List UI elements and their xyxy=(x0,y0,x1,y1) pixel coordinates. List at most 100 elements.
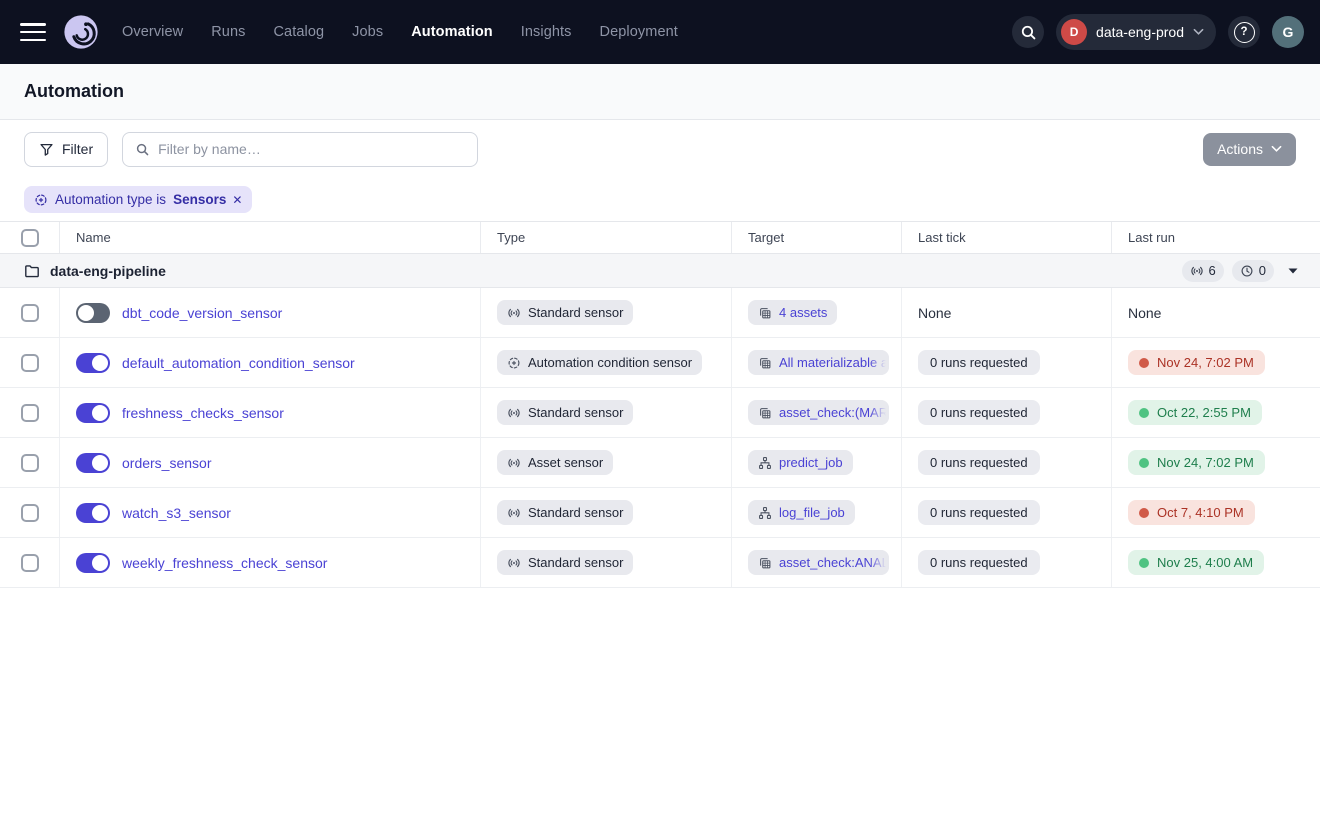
table-header: Name Type Target Last tick Last run xyxy=(0,222,1320,254)
dagster-logo-icon[interactable] xyxy=(62,13,100,51)
last-run-status-badge[interactable]: Nov 24, 7:02 PM xyxy=(1128,450,1265,475)
sensor-toggle[interactable] xyxy=(76,553,110,573)
nav-item-insights[interactable]: Insights xyxy=(521,24,572,40)
table-row: weekly_freshness_check_sensor Standard s… xyxy=(0,538,1320,588)
run-status-dot-icon xyxy=(1139,408,1149,418)
filter-button[interactable]: Filter xyxy=(24,132,108,167)
actions-button[interactable]: Actions xyxy=(1203,133,1296,166)
sensor-type-label: Automation condition sensor xyxy=(528,355,692,370)
job-icon xyxy=(758,506,772,520)
user-avatar[interactable]: G xyxy=(1272,16,1304,48)
automation-icon xyxy=(507,356,521,370)
target-link[interactable]: log_file_job xyxy=(779,505,845,520)
nav-item-runs[interactable]: Runs xyxy=(211,24,245,40)
nav-item-deployment[interactable]: Deployment xyxy=(600,24,678,40)
row-checkbox[interactable] xyxy=(21,304,39,322)
last-run-none: None xyxy=(1128,305,1161,321)
target-badge[interactable]: asset_check:ANALY xyxy=(748,550,889,575)
sensor-name-link[interactable]: dbt_code_version_sensor xyxy=(122,305,282,321)
sensor-type-label: Standard sensor xyxy=(528,405,623,420)
row-checkbox[interactable] xyxy=(21,554,39,572)
column-header-type[interactable]: Type xyxy=(481,222,732,253)
sensor-toggle[interactable] xyxy=(76,303,110,323)
target-link[interactable]: 4 assets xyxy=(779,305,827,320)
target-link[interactable]: All materializable as xyxy=(779,355,889,370)
search-icon xyxy=(1020,24,1037,41)
row-checkbox[interactable] xyxy=(21,354,39,372)
target-badge[interactable]: asset_check:(MARK xyxy=(748,400,889,425)
table-row: orders_sensor Asset sensor predict_job 0… xyxy=(0,438,1320,488)
sensor-icon xyxy=(507,556,521,570)
filter-button-label: Filter xyxy=(62,141,93,157)
nav-item-automation[interactable]: Automation xyxy=(411,24,493,40)
last-tick-badge: 0 runs requested xyxy=(918,550,1040,575)
column-header-target[interactable]: Target xyxy=(732,222,902,253)
select-all-checkbox[interactable] xyxy=(21,229,39,247)
target-badge[interactable]: All materializable as xyxy=(748,350,889,375)
column-header-last-tick[interactable]: Last tick xyxy=(902,222,1112,253)
table-row: default_automation_condition_sensor Auto… xyxy=(0,338,1320,388)
last-tick-badge: 0 runs requested xyxy=(918,450,1040,475)
nav-item-catalog[interactable]: Catalog xyxy=(273,24,324,40)
close-icon[interactable]: ✕ xyxy=(232,193,242,207)
automation-condition-icon xyxy=(34,193,48,207)
name-filter-field[interactable] xyxy=(122,132,478,167)
last-run-time: Nov 24, 7:02 PM xyxy=(1157,455,1254,470)
last-run-status-badge[interactable]: Nov 25, 4:00 AM xyxy=(1128,550,1264,575)
sensor-type-badge: Automation condition sensor xyxy=(497,350,702,375)
sensor-toggle[interactable] xyxy=(76,453,110,473)
name-filter-input[interactable] xyxy=(158,141,465,157)
target-link[interactable]: asset_check:ANALY xyxy=(779,555,889,570)
sensor-name-link[interactable]: orders_sensor xyxy=(122,455,212,471)
filter-chip-automation-type[interactable]: Automation type is Sensors ✕ xyxy=(24,186,252,213)
help-button[interactable]: ? xyxy=(1228,16,1260,48)
target-badge[interactable]: 4 assets xyxy=(748,300,837,325)
sensor-type-badge: Standard sensor xyxy=(497,550,633,575)
sensor-name-link[interactable]: watch_s3_sensor xyxy=(122,505,231,521)
nav-item-overview[interactable]: Overview xyxy=(122,24,183,40)
sensor-type-label: Standard sensor xyxy=(528,505,623,520)
filter-chip-value: Sensors xyxy=(173,192,226,207)
last-run-time: Nov 24, 7:02 PM xyxy=(1157,355,1254,370)
sensor-name-link[interactable]: freshness_checks_sensor xyxy=(122,405,284,421)
folder-icon xyxy=(24,263,40,279)
target-link[interactable]: predict_job xyxy=(779,455,843,470)
table-body: dbt_code_version_sensor Standard sensor … xyxy=(0,288,1320,588)
group-row-badges: 6 0 xyxy=(1182,260,1304,282)
sensor-toggle[interactable] xyxy=(76,353,110,373)
sensor-type-label: Standard sensor xyxy=(528,305,623,320)
toggle-knob xyxy=(92,355,108,371)
sensor-toggle[interactable] xyxy=(76,403,110,423)
toggle-knob xyxy=(92,505,108,521)
sensor-name-link[interactable]: weekly_freshness_check_sensor xyxy=(122,555,327,571)
target-badge[interactable]: predict_job xyxy=(748,450,853,475)
nav-item-jobs[interactable]: Jobs xyxy=(352,24,383,40)
code-location-group-row[interactable]: data-eng-pipeline 6 0 xyxy=(0,254,1320,288)
search-button[interactable] xyxy=(1012,16,1044,48)
schedule-count-badge: 0 xyxy=(1232,260,1274,282)
row-checkbox[interactable] xyxy=(21,504,39,522)
run-status-dot-icon xyxy=(1139,508,1149,518)
last-run-status-badge[interactable]: Nov 24, 7:02 PM xyxy=(1128,350,1265,375)
collapse-group-button[interactable] xyxy=(1282,266,1304,276)
column-header-last-run[interactable]: Last run xyxy=(1112,222,1320,253)
sensor-toggle[interactable] xyxy=(76,503,110,523)
asset-icon xyxy=(758,306,772,320)
target-badge[interactable]: log_file_job xyxy=(748,500,855,525)
deployment-switcher[interactable]: D data-eng-prod xyxy=(1056,14,1216,50)
hamburger-menu-icon[interactable] xyxy=(20,23,46,41)
sensor-name-link[interactable]: default_automation_condition_sensor xyxy=(122,355,355,371)
top-nav-right: D data-eng-prod ? G xyxy=(1012,14,1304,50)
target-link[interactable]: asset_check:(MARK xyxy=(779,405,889,420)
sensor-icon xyxy=(507,306,521,320)
content-background xyxy=(0,588,1320,822)
last-run-status-badge[interactable]: Oct 7, 4:10 PM xyxy=(1128,500,1255,525)
deployment-initial-badge: D xyxy=(1061,19,1087,45)
row-checkbox[interactable] xyxy=(21,454,39,472)
column-header-name[interactable]: Name xyxy=(60,222,481,253)
last-run-status-badge[interactable]: Oct 22, 2:55 PM xyxy=(1128,400,1262,425)
sensor-icon xyxy=(507,506,521,520)
sensor-type-label: Asset sensor xyxy=(528,455,603,470)
asset-icon xyxy=(758,406,772,420)
row-checkbox[interactable] xyxy=(21,404,39,422)
